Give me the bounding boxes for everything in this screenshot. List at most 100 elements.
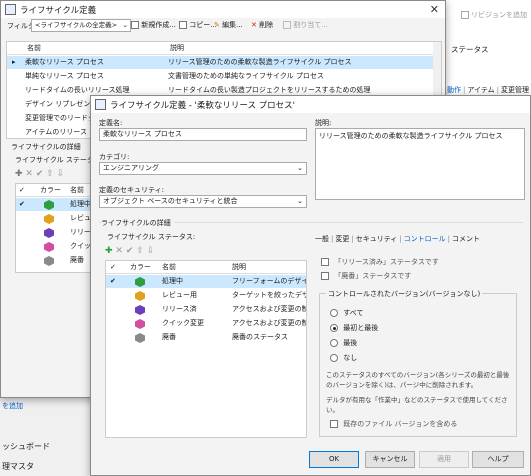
released-checkbox-row[interactable]: 「リリース済み」ステータスです xyxy=(321,257,439,267)
released-checkbox[interactable] xyxy=(321,258,329,266)
status-row[interactable]: クイック変更 アクセスおよび変更の制... xyxy=(106,317,306,330)
apply-button[interactable]: 適用 xyxy=(419,451,469,468)
status-row[interactable]: ✔ 処理中 xyxy=(16,198,94,211)
radio-last[interactable]: 最後 xyxy=(330,338,357,348)
description-label: 説明: xyxy=(315,119,332,127)
check-icon[interactable]: ✔ xyxy=(126,246,134,256)
check-col-icon: ✓ xyxy=(110,263,116,271)
existing-versions-row[interactable]: 既存のファイル バージョンを含める xyxy=(330,419,457,429)
radio-first-last[interactable]: 最初と最後 xyxy=(330,323,378,333)
description-field[interactable]: リリース管理のための柔軟な製造ライフサイクル プロセス xyxy=(315,128,525,200)
move-up-icon[interactable]: ⇧ xyxy=(136,246,144,256)
tab-general[interactable]: 一般 xyxy=(315,235,329,243)
check-icon[interactable]: ✔ xyxy=(36,169,44,179)
category-dropdown[interactable]: エンジニアリング ⌄ xyxy=(99,162,307,175)
tab-comment[interactable]: コメント xyxy=(452,235,480,243)
add-link[interactable]: を追加 xyxy=(2,401,23,411)
new-button[interactable]: 新規作成... xyxy=(131,20,176,30)
radio-all[interactable]: すべて xyxy=(330,308,363,318)
main-status-table: ✓ カラー 名前 ✔ 処理中 レビュー用 リリース済 クイック変更 廃番 xyxy=(15,183,95,273)
background-right-panel: リビジョンを追加 ステータス 動作 | アイテム | 変更管理 xyxy=(445,0,531,110)
status-color-icon xyxy=(44,214,54,224)
dialog-app-icon xyxy=(95,99,106,110)
move-down-icon[interactable]: ⇩ xyxy=(147,246,155,256)
dialog-statuses-label: ライフサイクル ステータス: xyxy=(107,233,196,241)
move-up-icon[interactable]: ⇧ xyxy=(46,169,54,179)
col-color-header[interactable]: カラー xyxy=(130,261,151,273)
tab-control[interactable]: コントロール xyxy=(404,235,446,243)
status-row[interactable]: レビュー用 xyxy=(16,212,94,225)
tab-action[interactable]: 動作 xyxy=(447,86,461,94)
delete-button[interactable]: ✕ 削除 xyxy=(251,20,273,30)
radio-first-last-button[interactable] xyxy=(330,324,338,332)
status-row[interactable]: 廃番 xyxy=(16,254,94,267)
col-desc-header[interactable]: 説明 xyxy=(232,261,246,273)
main-titlebar: ライフサイクル定義 ✕ xyxy=(1,1,445,18)
new-icon xyxy=(131,21,139,29)
lifecycle-definition-dialog: ライフサイクル定義 - '柔軟なリリース プロセス' 定義名: 柔軟なリリース … xyxy=(90,95,531,476)
obsolete-checkbox[interactable] xyxy=(321,272,329,280)
add-revision-button[interactable]: リビジョンを追加 xyxy=(461,8,531,22)
col-desc-header[interactable]: 説明 xyxy=(170,42,184,54)
group-title: コントロールされたバージョン(バージョンなし) xyxy=(326,289,483,299)
ok-button[interactable]: OK xyxy=(309,451,359,468)
status-color-icon xyxy=(44,242,54,252)
add-status-icon[interactable]: ✚ xyxy=(15,169,23,179)
main-toolbar: フィルタ: <ライフサイクルの全定義> ⌄ 新規作成... コピー... ✎ 編… xyxy=(1,18,445,34)
tab-item[interactable]: アイテム xyxy=(467,86,494,94)
add-status-icon[interactable]: ✚ xyxy=(105,246,113,256)
tab-security[interactable]: セキュリティ xyxy=(356,235,398,243)
main-window-title: ライフサイクル定義 xyxy=(20,5,97,16)
obsolete-checkbox-row[interactable]: 「廃番」ステータスです xyxy=(321,271,411,281)
dialog-title: ライフサイクル定義 - '柔軟なリリース プロセス' xyxy=(110,100,295,111)
pencil-icon: ✎ xyxy=(214,21,220,29)
assign-button[interactable]: 割り当て... xyxy=(283,20,328,30)
security-dropdown[interactable]: オブジェクト ベースのセキュリティと統合 ⌄ xyxy=(99,195,307,208)
chevron-down-icon: ⌄ xyxy=(297,164,303,172)
right-tabs: 動作 | アイテム | 変更管理 xyxy=(447,86,530,94)
status-row[interactable]: ✔ 処理中 フリーフォームのデザイン作... xyxy=(106,275,306,288)
status-table-header: ✓ カラー 名前 xyxy=(16,184,94,197)
check-col-icon: ✓ xyxy=(19,186,25,194)
chevron-down-icon: ⌄ xyxy=(122,21,128,29)
table-row[interactable]: 単純なリリース プロセス 文書管理のための単純なライフサイクル プロセス xyxy=(7,70,441,83)
help-button[interactable]: ヘルプ xyxy=(472,451,524,468)
purge-info-text: このステータスのすべてのバージョン(各シリーズの最初と最後のバージョンを除く)は… xyxy=(326,371,510,389)
radio-none-button[interactable] xyxy=(330,354,338,362)
main-details-label: ライフサイクルの詳細 xyxy=(11,143,81,151)
dialog-status-toolbar: ✚ ✕ ✔ ⇧ ⇩ xyxy=(105,246,185,257)
status-color-icon xyxy=(135,333,145,343)
chevron-down-icon: ⌄ xyxy=(297,197,303,205)
tab-change[interactable]: 変更 xyxy=(335,235,349,243)
close-icon[interactable]: ✕ xyxy=(430,3,439,16)
status-row[interactable]: リリース済 アクセスおよび変更の制... xyxy=(106,303,306,316)
cancel-button[interactable]: キャンセル xyxy=(365,451,415,468)
status-row[interactable]: 廃番 廃番のステータス xyxy=(106,331,306,344)
table-row[interactable]: ▸ 柔軟なリリース プロセス リリース管理のための柔軟な製造ライフサイクル プロ… xyxy=(7,56,441,69)
col-name-header[interactable]: 名前 xyxy=(27,42,41,54)
edit-button[interactable]: ✎ 編集... xyxy=(214,20,243,30)
move-down-icon[interactable]: ⇩ xyxy=(57,169,65,179)
copy-button[interactable]: コピー... xyxy=(179,20,217,30)
name-field[interactable]: 柔軟なリリース プロセス xyxy=(99,128,307,141)
existing-versions-checkbox[interactable] xyxy=(330,420,338,428)
remove-status-icon[interactable]: ✕ xyxy=(25,169,33,179)
status-color-icon xyxy=(44,256,54,266)
nav-dashboard[interactable]: ッシュボード xyxy=(2,441,50,452)
status-color-icon xyxy=(135,277,145,287)
radio-all-button[interactable] xyxy=(330,309,338,317)
status-row[interactable]: クイック変更 xyxy=(16,240,94,253)
dialog-details-label: ライフサイクルの詳細 xyxy=(101,218,174,228)
col-name-header[interactable]: 名前 xyxy=(162,261,176,273)
filter-dropdown[interactable]: <ライフサイクルの全定義> ⌄ xyxy=(31,19,131,32)
radio-none[interactable]: なし xyxy=(330,353,357,363)
table-header: 名前 説明 xyxy=(7,42,441,55)
status-row[interactable]: レビュー用 ターゲットを絞ったデザイン... xyxy=(106,289,306,302)
radio-last-button[interactable] xyxy=(330,339,338,347)
status-row[interactable]: リリース済 xyxy=(16,226,94,239)
copy-icon xyxy=(179,21,187,29)
remove-status-icon[interactable]: ✕ xyxy=(115,246,123,256)
nav-master[interactable]: 理マスタ xyxy=(2,461,34,472)
tab-change[interactable]: 変更管理 xyxy=(501,86,529,94)
assign-icon xyxy=(283,21,291,29)
